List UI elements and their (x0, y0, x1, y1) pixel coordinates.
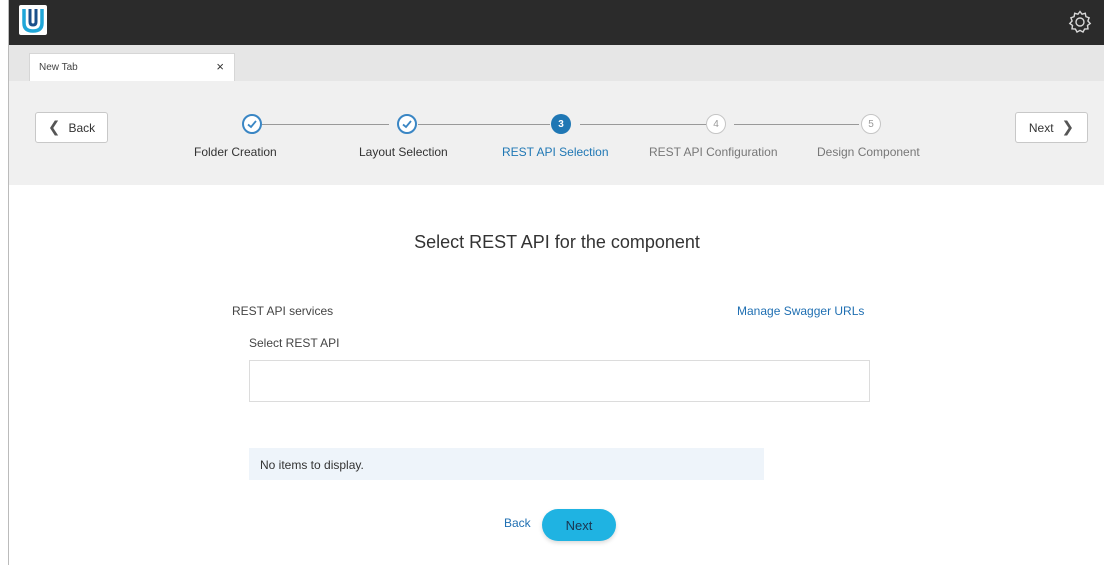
step-2-check-icon[interactable] (397, 114, 417, 134)
step-4-label: REST API Configuration (649, 145, 778, 159)
wizard-stepper: ❮ Back Folder Creation Layout Selection … (9, 81, 1104, 185)
empty-list-message: No items to display. (249, 448, 764, 480)
tab-strip: New Tab × (9, 45, 1104, 81)
services-label: REST API services (232, 304, 334, 318)
next-button-label: Next (1028, 120, 1054, 135)
gear-icon[interactable] (1067, 9, 1093, 35)
step-connector (580, 124, 706, 125)
page-title: Select REST API for the component (414, 232, 700, 252)
step-5-label: Design Component (817, 145, 920, 159)
step-connector (734, 124, 859, 125)
step-3-indicator[interactable]: 3 (551, 114, 571, 134)
step-connector (418, 124, 550, 125)
back-button-label: Back (68, 120, 96, 135)
select-rest-api-input[interactable] (249, 360, 870, 402)
back-link[interactable]: Back (504, 516, 531, 530)
tab-new-tab[interactable]: New Tab × (29, 53, 235, 81)
step-5-indicator: 5 (861, 114, 881, 134)
top-bar (9, 0, 1104, 45)
close-icon[interactable]: × (216, 59, 224, 74)
next-button[interactable]: Next ❯ (1015, 112, 1088, 143)
select-rest-api-label: Select REST API (249, 336, 340, 350)
next-primary-button[interactable]: Next (542, 509, 616, 541)
step-1-label: Folder Creation (194, 145, 277, 159)
step-1-check-icon[interactable] (242, 114, 262, 134)
tab-label: New Tab (39, 62, 78, 73)
back-button[interactable]: ❮ Back (35, 112, 108, 143)
u-logo-icon[interactable] (19, 5, 47, 35)
step-connector (262, 124, 389, 125)
step-3-label: REST API Selection (502, 145, 609, 159)
step-2-label: Layout Selection (359, 145, 448, 159)
manage-swagger-urls-link[interactable]: Manage Swagger URLs (737, 304, 864, 318)
chevron-right-icon: ❯ (1061, 119, 1075, 136)
step-4-indicator: 4 (706, 114, 726, 134)
app-window: New Tab × ❮ Back Folder Creation Layout … (8, 0, 1104, 565)
chevron-left-icon: ❮ (47, 119, 61, 136)
